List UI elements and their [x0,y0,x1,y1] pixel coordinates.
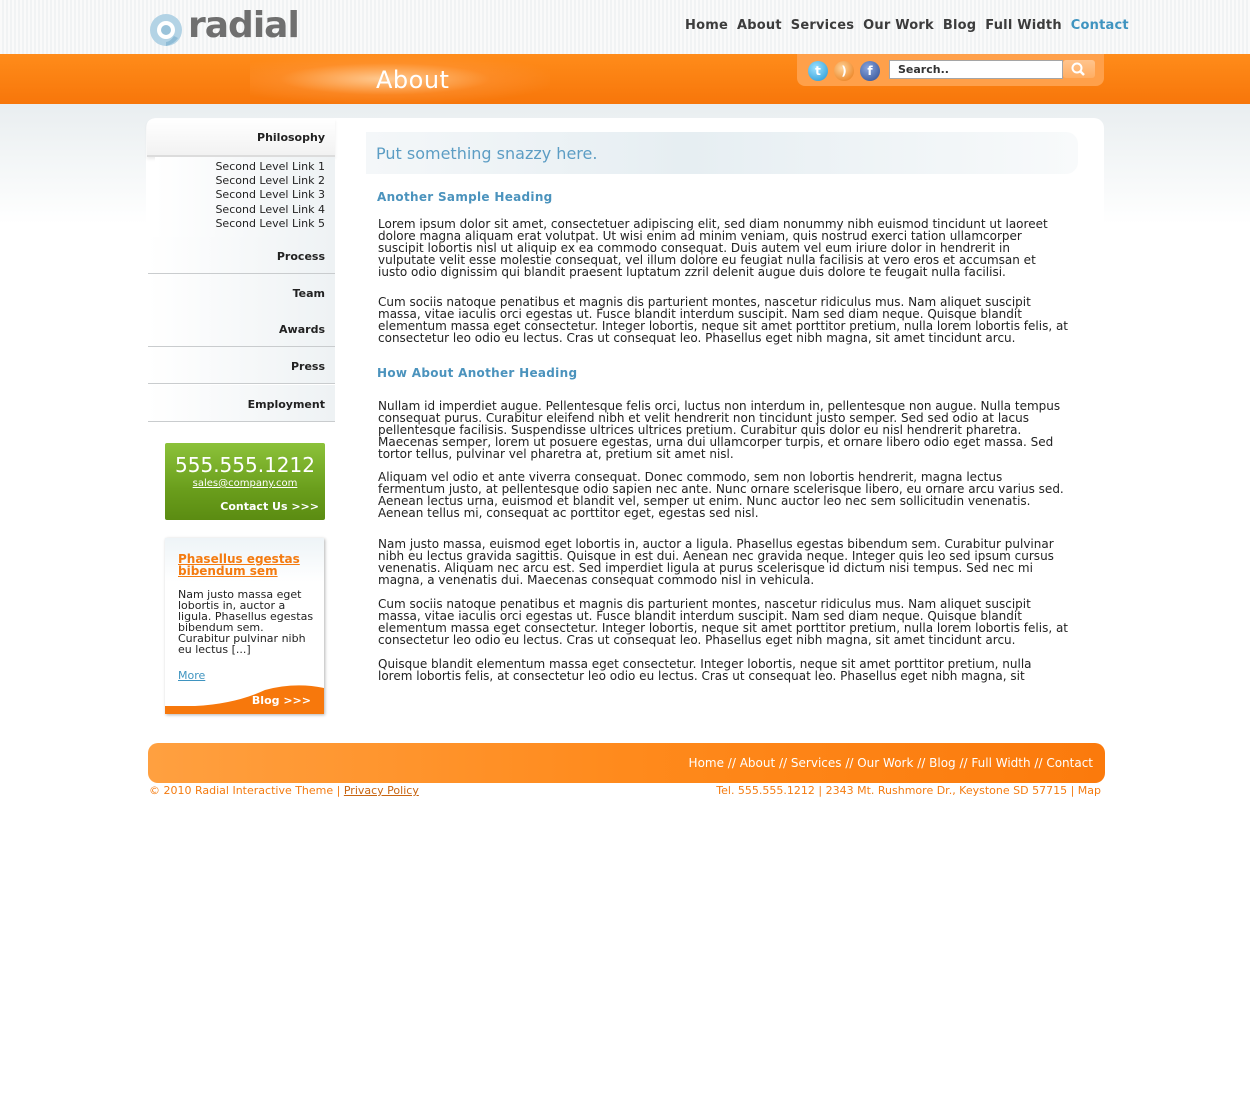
sub-link-5[interactable]: Second Level Link 5 [215,217,325,230]
title-bar: About t ) f Search.. [0,54,1250,104]
contact-email-link[interactable]: sales@company.com [165,478,325,489]
nav-blog[interactable]: Blog [943,18,976,33]
sidebar-item-awards[interactable]: Awards [148,310,335,347]
nav-our-work[interactable]: Our Work [863,18,934,33]
sub-link-1[interactable]: Second Level Link 1 [215,160,325,173]
contact-widget: 555.555.1212 sales@company.com Contact U… [165,443,325,520]
twitter-icon[interactable]: t [808,61,828,81]
facebook-icon[interactable]: f [860,61,880,81]
search-button[interactable] [1063,60,1095,78]
sidebar-item-label: Process [276,250,325,263]
sub-link-4[interactable]: Second Level Link 4 [215,203,325,216]
brand-name: radial [188,5,300,46]
blog-more-link[interactable]: More [178,669,205,682]
nav-contact[interactable]: Contact [1071,18,1129,33]
paragraph-6: Cum sociis natoque penatibus et magnis d… [378,597,1069,647]
logo-swirl-icon [148,10,184,48]
footer-navigation: Home // About // Services // Our Work //… [688,756,1093,770]
blog-post-title[interactable]: Phasellus egestas bibendum sem [178,553,318,577]
sidebar-item-label: Press [290,360,325,373]
sub-link-2[interactable]: Second Level Link 2 [215,174,325,187]
nav-services[interactable]: Services [791,18,854,33]
page-title: About [376,66,450,94]
sidebar-item-label: Philosophy [257,131,325,144]
search-icon [1071,62,1085,76]
nav-full-width[interactable]: Full Width [985,18,1062,33]
contact-phone: 555.555.1212 [175,453,315,477]
copyright-text: © 2010 Radial Interactive Theme | [149,784,341,797]
paragraph-1: Lorem ipsum dolor sit amet, consectetuer… [378,217,1048,279]
blog-widget: Phasellus egestas bibendum sem Nam justo… [165,538,324,714]
contact-us-link[interactable]: Contact Us >>> [220,500,319,513]
section-heading-1: Another Sample Heading [377,190,553,204]
footer-bar: Home // About // Services // Our Work //… [148,743,1105,783]
paragraph-2: Cum sociis natoque penatibus et magnis d… [378,295,1069,345]
paragraph-4: Aliquam vel odio et ante viverra consequ… [378,470,1064,520]
top-navigation: Home About Services Our Work Blog Full W… [685,18,1138,33]
footer-link-blog[interactable]: Blog [929,756,956,770]
toolbar-panel: t ) f Search.. [797,54,1104,86]
paragraph-3: Nullam id imperdiet augue. Pellentesque … [378,399,1061,461]
footer-contact-info: Tel. 555.555.1212 | 2343 Mt. Rushmore Dr… [716,784,1101,797]
rss-icon[interactable]: ) [834,61,854,81]
paragraph-5: Nam justo massa, euismod eget lobortis i… [378,537,1054,587]
brand-logo[interactable]: radial [148,5,300,50]
nav-home[interactable]: Home [685,18,728,33]
footer-link-services[interactable]: Services [791,756,842,770]
sidebar-item-philosophy[interactable]: Philosophy [147,119,335,157]
sub-link-3[interactable]: Second Level Link 3 [215,188,325,201]
sidebar-item-press[interactable]: Press [148,347,335,384]
sidebar-item-label: Employment [247,398,325,411]
nav-about[interactable]: About [737,18,782,33]
sidebar-item-process[interactable]: Process [148,237,335,274]
sidebar-submenu: Second Level Link 1 Second Level Link 2 … [155,157,335,237]
tagline-text: Put something snazzy here. [376,144,598,163]
sidebar-item-employment[interactable]: Employment [148,385,335,422]
sidebar-item-label: Awards [279,323,325,336]
footer-link-home[interactable]: Home [689,756,724,770]
blog-link[interactable]: Blog >>> [252,694,311,707]
footer-copyright: © 2010 Radial Interactive Theme | Privac… [149,784,419,797]
footer-link-full-width[interactable]: Full Width [971,756,1030,770]
section-heading-2: How About Another Heading [377,366,578,380]
tagline-banner: Put something snazzy here. [366,132,1078,174]
sidebar-item-label: Team [292,287,325,300]
footer-link-our-work[interactable]: Our Work [857,756,913,770]
footer-link-contact[interactable]: Contact [1046,756,1093,770]
sidebar-item-team[interactable]: Team [148,274,335,311]
blog-excerpt: Nam justo massa eget lobortis in, auctor… [178,588,314,656]
privacy-policy-link[interactable]: Privacy Policy [344,784,419,797]
paragraph-7: Quisque blandit elementum massa eget con… [378,657,1032,683]
footer-link-about[interactable]: About [740,756,775,770]
search-input[interactable]: Search.. [889,60,1063,79]
